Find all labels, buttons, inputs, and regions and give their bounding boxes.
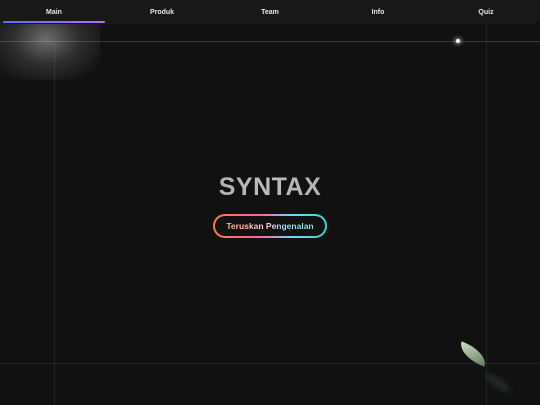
leaf-shadow-decoration bbox=[482, 372, 514, 394]
nav-item-main[interactable]: Main bbox=[0, 0, 108, 24]
continue-intro-button[interactable]: Teruskan Pengenalan bbox=[213, 214, 327, 238]
grid-line-right bbox=[486, 24, 487, 405]
nav-item-produk[interactable]: Produk bbox=[108, 0, 216, 24]
top-nav: Main Produk Team Info Quiz bbox=[0, 0, 540, 24]
nav-item-label: Team bbox=[261, 8, 279, 16]
grid-line-left bbox=[54, 41, 55, 405]
sparkle-icon bbox=[456, 39, 460, 43]
grid-line-bottom bbox=[0, 363, 540, 364]
nav-item-label: Main bbox=[46, 8, 62, 16]
continue-intro-button-label: Teruskan Pengenalan bbox=[226, 221, 314, 231]
nav-item-label: Info bbox=[371, 8, 385, 16]
nav-item-label: Produk bbox=[149, 8, 175, 16]
nav-item-quiz[interactable]: Quiz bbox=[432, 0, 540, 24]
nav-item-info[interactable]: Info bbox=[324, 0, 432, 24]
nav-item-team[interactable]: Team bbox=[216, 0, 324, 24]
continue-intro-button-inner: Teruskan Pengenalan bbox=[215, 216, 325, 236]
hero-title: SYNTAX bbox=[0, 173, 540, 202]
nav-item-label: Quiz bbox=[478, 8, 494, 16]
page: Main Produk Team Info Quiz SYNTAX Terusk… bbox=[0, 0, 540, 405]
